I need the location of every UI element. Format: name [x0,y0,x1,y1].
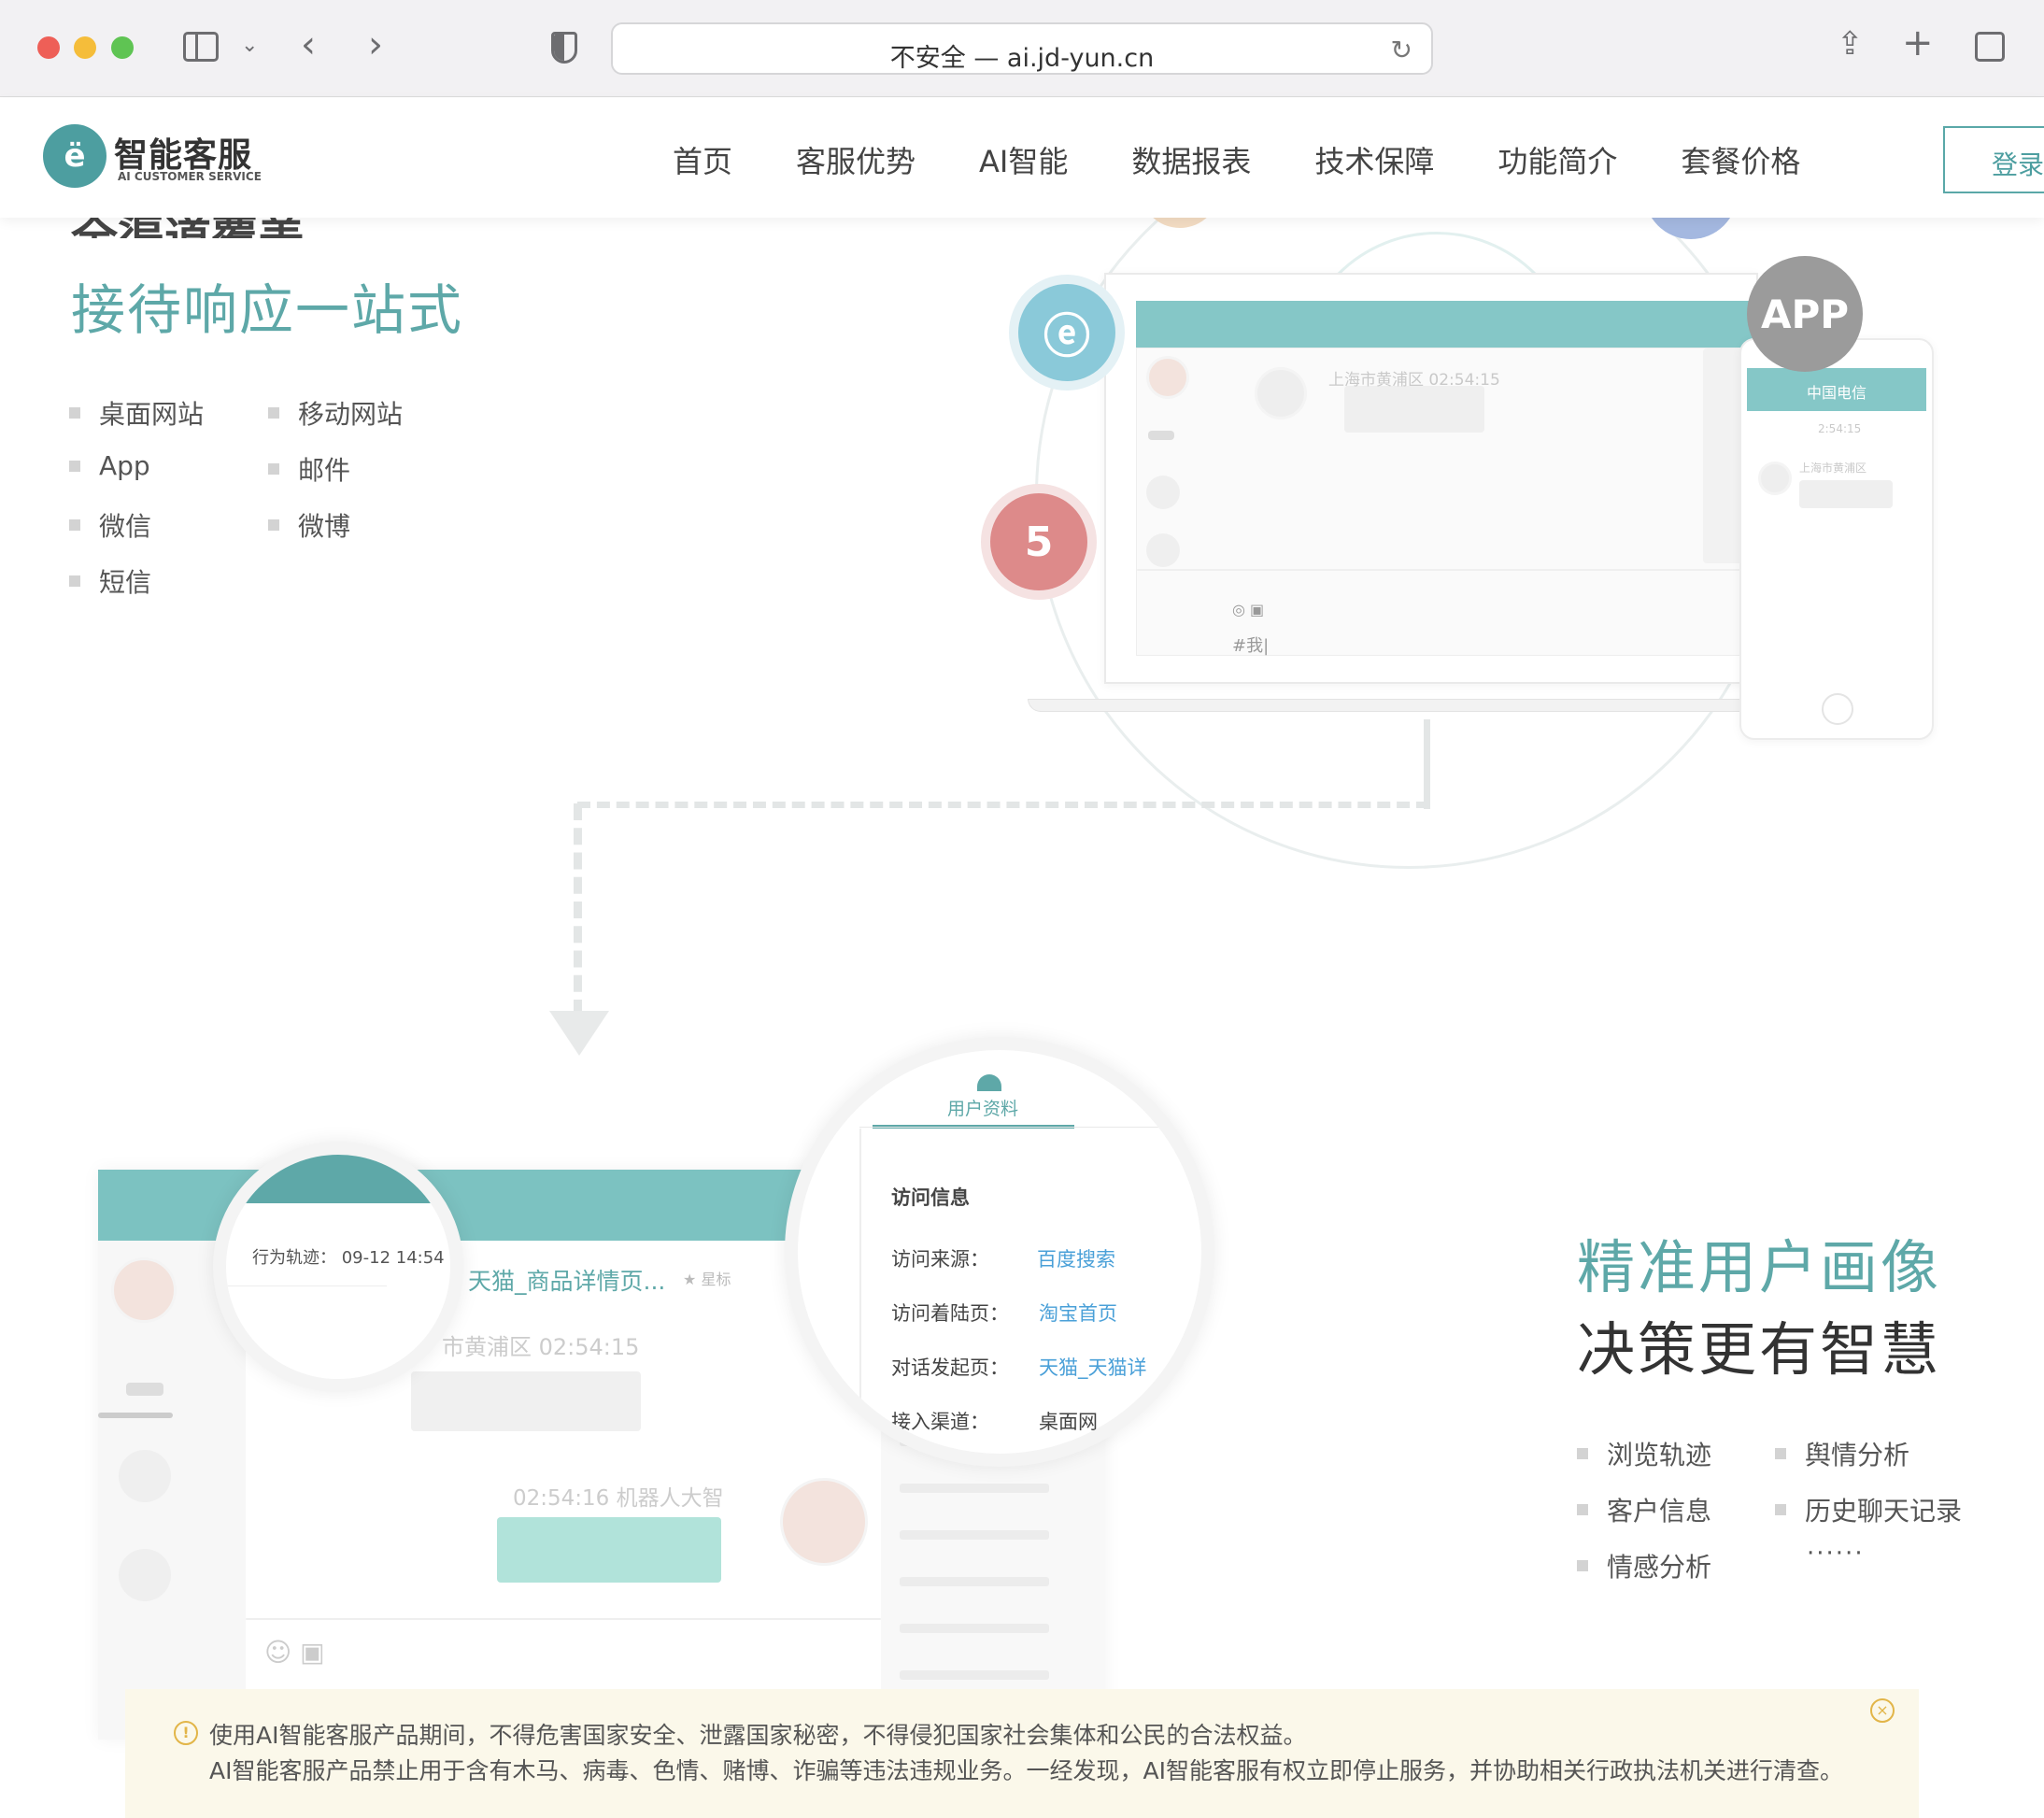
nav-tech[interactable]: 技术保障 [1314,138,1434,181]
tab-user-profile[interactable]: 用户资料 [947,1095,1018,1120]
nav-home[interactable]: 首页 [673,138,732,181]
feature-mobile-site: 移动网站 [268,394,403,432]
minimize-window-button[interactable] [74,36,96,59]
nav-features[interactable]: 功能简介 [1498,138,1617,181]
section2-subtitle: 决策更有智慧 [1577,1315,1942,1384]
connector-line [1424,719,1431,809]
close-icon[interactable]: × [1870,1698,1895,1723]
behavior-magnifier: 行为轨迹： 09-12 14:54 [213,1142,463,1392]
ie-icon: ⓔ [1009,275,1125,391]
logo-subtitle: AI CUSTOMER SERVICE [118,170,262,183]
app-icon: APP [1747,256,1863,372]
feature-wechat: 微信 [69,506,151,544]
main-nav: 首页 客服优势 AI智能 数据报表 技术保障 功能简介 套餐价格 [673,138,1864,181]
notice-line1: 使用AI智能客服产品期间，不得危害国家安全、泄露国家秘密，不得侵犯国家社会集体和… [209,1722,1307,1749]
tab-overview-icon[interactable] [1975,32,2005,62]
feature-sentiment-public: 舆情分析 [1775,1435,1909,1472]
phone-location: 上海市黄浦区 [1799,462,1867,475]
feature-email: 邮件 [268,450,350,488]
login-button[interactable]: 登录 [1943,126,2044,193]
user-profile-magnifier: 用户资料 访问信息 访问来源： 百度搜索 访问着陆页： 淘宝首页 对话发起页： … [785,1037,1214,1467]
dialog-page-link[interactable]: 天猫_天猫详 [1039,1353,1147,1381]
arrow-down-icon [549,1011,609,1056]
chevron-down-icon[interactable]: ⌄ [241,36,258,56]
feature-app: App [69,450,150,481]
shield-icon[interactable] [551,32,577,64]
warning-icon: ! [174,1721,198,1745]
html5-icon: 5 [981,484,1097,600]
share-icon[interactable]: ⇪ [1837,28,1864,60]
site-header: ë 智能客服 AI CUSTOMER SERVICE 首页 客服优势 AI智能 … [0,98,2044,218]
nav-advantages[interactable]: 客服优势 [796,138,916,181]
nav-pricing[interactable]: 套餐价格 [1681,138,1800,181]
chat-location-text: 上海市黄浦区 02:54:15 [1328,371,1500,390]
sidebar-toggle-icon[interactable] [183,32,219,62]
behavior-label: 行为轨迹： [252,1248,336,1268]
bot-label: 02:54:16 机器人大智 [513,1486,724,1511]
phone-time: 2:54:15 [1818,422,1862,435]
visited-page-title: 天猫_商品详情页... [468,1268,666,1295]
visit-info-header: 访问信息 [891,1186,970,1209]
landing-page-link[interactable]: 淘宝首页 [1039,1299,1117,1327]
feature-emotion-analysis: 情感分析 [1577,1547,1711,1584]
phone-title: 中国电信 [1807,384,1867,402]
reload-icon[interactable]: ↻ [1391,35,1412,65]
landing-page-label: 访问着陆页： [891,1302,1009,1325]
connector-line [574,803,582,1016]
visit-source-link[interactable]: 百度搜索 [1037,1244,1115,1272]
section1-subtitle: 接待响应一站式 [71,278,464,342]
chat-bubble-bot [497,1517,721,1583]
dialog-page-label: 对话发起页： [891,1356,1009,1379]
behavior-time: 09-12 14:54 [341,1248,445,1268]
nav-reports[interactable]: 数据报表 [1131,138,1251,181]
logo-icon[interactable]: ë [43,124,106,188]
notice-line2: AI智能客服产品禁止用于含有木马、病毒、色情、赌博、诈骗等违法违规业务。一经发现… [209,1757,1843,1784]
back-icon[interactable]: ‹ [301,26,316,64]
new-tab-icon[interactable]: + [1902,24,1934,62]
feature-browse-trail: 浏览轨迹 [1577,1435,1711,1472]
connector-line [577,802,1429,809]
browser-toolbar: ⌄ ‹ › 不安全 — ai.jd-yun.cn ↻ ⇪ + [0,0,2044,97]
feature-sms: 短信 [69,562,151,600]
mobile-chat-window: 中国电信 2:54:15 上海市黄浦区 [1739,338,1934,740]
visit-source-label: 访问来源： [891,1248,989,1271]
compliance-notice: ! 使用AI智能客服产品期间，不得危害国家安全、泄露国家秘密，不得侵犯国家社会集… [125,1689,1919,1818]
feature-chat-history: 历史聊天记录 [1775,1491,1962,1528]
address-bar[interactable]: 不安全 — ai.jd-yun.cn ↻ [611,22,1433,75]
chat-bubble [411,1371,641,1431]
desktop-chat-window: ◎ ▣ #我| 上海市黄浦区 02:54:15 [1104,273,1758,684]
chat-location-text: 市黄浦区 02:54:15 [442,1334,640,1360]
feature-more: ······ [1807,1540,1865,1568]
feature-desktop: 桌面网站 [69,394,204,432]
zoom-window-button[interactable] [111,36,134,59]
nav-ai[interactable]: AI智能 [979,138,1068,181]
laptop-base [1028,699,1756,712]
section2-title: 精准用户画像 [1577,1233,1942,1301]
feature-customer-info: 客户信息 [1577,1491,1711,1528]
close-window-button[interactable] [37,36,60,59]
url-text: 不安全 — ai.jd-yun.cn [889,44,1155,73]
channel-label: 接入渠道： [891,1411,989,1433]
user-icon [977,1074,1001,1091]
feature-weibo: 微博 [268,506,350,544]
chat-input-text: #我| [1232,636,1270,656]
forward-icon[interactable]: › [368,26,383,64]
channel-value: 桌面网 [1039,1411,1098,1433]
